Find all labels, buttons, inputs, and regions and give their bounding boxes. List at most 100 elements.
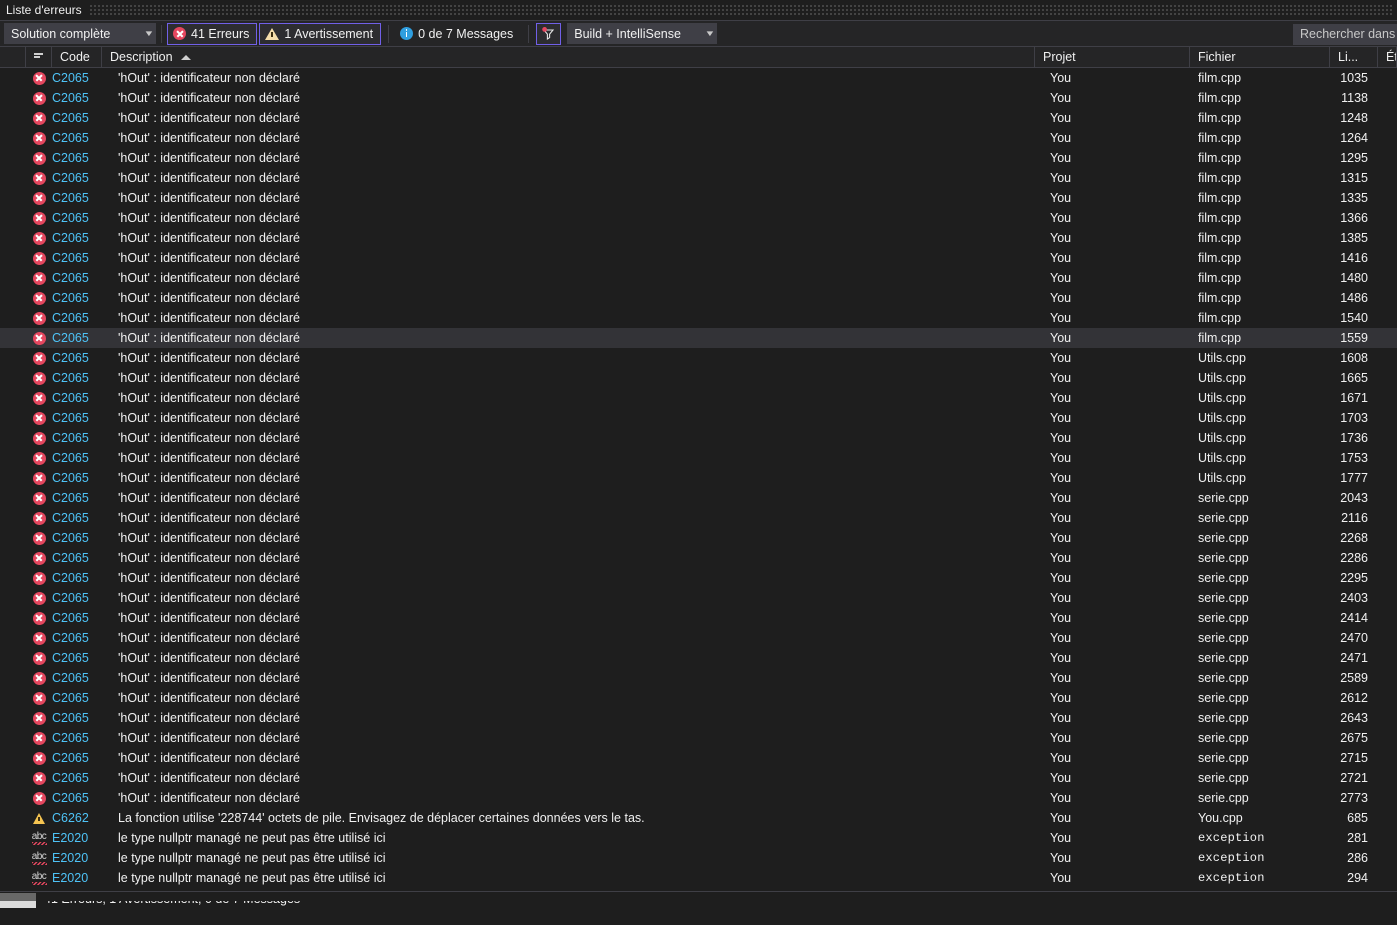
table-row[interactable]: C2065 'hOut' : identificateur non déclaré… — [0, 248, 1397, 268]
column-header-gutter — [0, 46, 26, 68]
table-row[interactable]: C2065 'hOut' : identificateur non déclaré… — [0, 128, 1397, 148]
table-row[interactable]: C2065 'hOut' : identificateur non déclaré… — [0, 648, 1397, 668]
cell-state — [1378, 228, 1397, 248]
table-row[interactable]: C2065 'hOut' : identificateur non déclaré… — [0, 628, 1397, 648]
table-row[interactable]: C2065 'hOut' : identificateur non déclaré… — [0, 428, 1397, 448]
scope-dropdown[interactable]: Solution complète ▼ — [4, 23, 156, 44]
horizontal-scrollbar[interactable] — [0, 891, 1397, 901]
column-header-project[interactable]: Projet — [1035, 46, 1190, 68]
severity-error-cell — [26, 428, 52, 448]
cell-code: C2065 — [52, 371, 89, 385]
cell-description: 'hOut' : identificateur non déclaré — [118, 771, 300, 785]
cell-description: 'hOut' : identificateur non déclaré — [118, 391, 300, 405]
column-header-pin[interactable] — [26, 46, 52, 68]
cell-project: You — [1050, 111, 1072, 125]
table-row[interactable]: C2065 'hOut' : identificateur non déclaré… — [0, 268, 1397, 288]
table-row[interactable]: C2065 'hOut' : identificateur non déclaré… — [0, 168, 1397, 188]
table-row[interactable]: C2065 'hOut' : identificateur non déclaré… — [0, 288, 1397, 308]
errors-filter-button[interactable]: 41 Erreurs — [167, 22, 258, 45]
cell-line: 1665 — [1340, 371, 1368, 385]
error-icon — [32, 331, 46, 345]
cell-description: le type nullptr managé ne peut pas être … — [118, 831, 386, 845]
cell-line: 281 — [1347, 831, 1368, 845]
table-row[interactable]: C2065 'hOut' : identificateur non déclaré… — [0, 748, 1397, 768]
table-row[interactable]: C2065 'hOut' : identificateur non déclaré… — [0, 448, 1397, 468]
table-row[interactable]: C2065 'hOut' : identificateur non déclaré… — [0, 548, 1397, 568]
table-row[interactable]: C2065 'hOut' : identificateur non déclaré… — [0, 608, 1397, 628]
build-intellisense-dropdown[interactable]: Build + IntelliSense ▼ — [567, 23, 718, 44]
column-header-description[interactable]: Description — [102, 46, 1035, 68]
table-row[interactable]: C2065 'hOut' : identificateur non déclaré… — [0, 568, 1397, 588]
column-header-code-label: Code — [60, 50, 90, 64]
table-row[interactable]: C2065 'hOut' : identificateur non déclaré… — [0, 668, 1397, 688]
severity-intellisense-cell: abc — [26, 828, 52, 848]
table-row[interactable]: C2065 'hOut' : identificateur non déclaré… — [0, 388, 1397, 408]
table-row[interactable]: C2065 'hOut' : identificateur non déclaré… — [0, 708, 1397, 728]
table-row[interactable]: C2065 'hOut' : identificateur non déclaré… — [0, 88, 1397, 108]
row-gutter — [0, 648, 26, 668]
messages-filter-button[interactable]: 0 de 7 Messages — [394, 23, 521, 45]
table-row[interactable]: C2065 'hOut' : identificateur non déclaré… — [0, 208, 1397, 228]
error-icon — [32, 571, 46, 585]
table-row[interactable]: C2065 'hOut' : identificateur non déclaré… — [0, 148, 1397, 168]
table-row[interactable]: C2065 'hOut' : identificateur non déclaré… — [0, 368, 1397, 388]
column-header-code[interactable]: Code — [52, 46, 102, 68]
table-row[interactable]: C2065 'hOut' : identificateur non déclaré… — [0, 688, 1397, 708]
cell-code: C2065 — [52, 771, 89, 785]
table-row[interactable]: C2065 'hOut' : identificateur non déclaré… — [0, 468, 1397, 488]
error-list-grid[interactable]: C2065 'hOut' : identificateur non déclaré… — [0, 68, 1397, 891]
table-row[interactable]: C2065 'hOut' : identificateur non déclaré… — [0, 188, 1397, 208]
table-row[interactable]: C2065 'hOut' : identificateur non déclaré… — [0, 528, 1397, 548]
cell-project: You — [1050, 291, 1072, 305]
cell-state — [1378, 108, 1397, 128]
severity-error-cell — [26, 308, 52, 328]
cell-code: C2065 — [52, 351, 89, 365]
cell-file: film.cpp — [1198, 151, 1242, 165]
severity-error-cell — [26, 268, 52, 288]
search-input[interactable]: Rechercher dans la liste d'erreurs — [1293, 24, 1397, 45]
table-row[interactable]: C2065 'hOut' : identificateur non déclaré… — [0, 228, 1397, 248]
table-row[interactable]: abc E2020 le type nullptr managé ne peut p… — [0, 868, 1397, 888]
column-header-file[interactable]: Fichier — [1190, 46, 1330, 68]
cell-file: exception — [1198, 831, 1265, 845]
cell-file: film.cpp — [1198, 191, 1242, 205]
filter-funnel-button[interactable] — [536, 22, 562, 45]
title-drag-grip[interactable] — [89, 5, 1393, 15]
cell-code: C2065 — [52, 191, 89, 205]
table-row[interactable]: C2065 'hOut' : identificateur non déclaré… — [0, 348, 1397, 368]
cell-state — [1378, 548, 1397, 568]
cell-description: 'hOut' : identificateur non déclaré — [118, 291, 300, 305]
cell-state — [1378, 288, 1397, 308]
table-row[interactable]: C2065 'hOut' : identificateur non déclaré… — [0, 308, 1397, 328]
table-row[interactable]: C2065 'hOut' : identificateur non déclaré… — [0, 508, 1397, 528]
cell-project: You — [1050, 451, 1072, 465]
table-row[interactable]: C2065 'hOut' : identificateur non déclaré… — [0, 728, 1397, 748]
cell-file: film.cpp — [1198, 271, 1242, 285]
table-row[interactable]: C2065 'hOut' : identificateur non déclaré… — [0, 488, 1397, 508]
sort-ascending-icon — [180, 54, 191, 60]
cell-project: You — [1050, 511, 1072, 525]
warnings-filter-button[interactable]: 1 Avertissement — [259, 22, 382, 45]
cell-line: 2116 — [1341, 511, 1368, 525]
column-header-state[interactable]: État — [1378, 46, 1397, 68]
cell-description: 'hOut' : identificateur non déclaré — [118, 431, 300, 445]
table-row[interactable]: C2065 'hOut' : identificateur non déclaré… — [0, 68, 1397, 88]
cell-project: You — [1050, 671, 1072, 685]
cell-code: C2065 — [52, 571, 89, 585]
cell-state — [1378, 328, 1397, 348]
table-row[interactable]: C2065 'hOut' : identificateur non déclaré… — [0, 408, 1397, 428]
horizontal-scrollbar-thumb[interactable] — [0, 893, 36, 901]
table-row[interactable]: C2065 'hOut' : identificateur non déclaré… — [0, 768, 1397, 788]
clipped-scrollbar-thumb[interactable] — [0, 901, 36, 908]
cell-line: 1671 — [1340, 391, 1368, 405]
table-row[interactable]: C6262 La fonction utilise '228744' octets… — [0, 808, 1397, 828]
table-row[interactable]: abc E2020 le type nullptr managé ne peut p… — [0, 848, 1397, 868]
table-row[interactable]: C2065 'hOut' : identificateur non déclaré… — [0, 108, 1397, 128]
column-header-line[interactable]: Li... — [1330, 46, 1378, 68]
cell-state — [1378, 748, 1397, 768]
table-row[interactable]: C2065 'hOut' : identificateur non déclaré… — [0, 788, 1397, 808]
table-row[interactable]: C2065 'hOut' : identificateur non déclaré… — [0, 328, 1397, 348]
table-row[interactable]: C2065 'hOut' : identificateur non déclaré… — [0, 588, 1397, 608]
cell-project: You — [1050, 171, 1072, 185]
table-row[interactable]: abc E2020 le type nullptr managé ne peut p… — [0, 828, 1397, 848]
